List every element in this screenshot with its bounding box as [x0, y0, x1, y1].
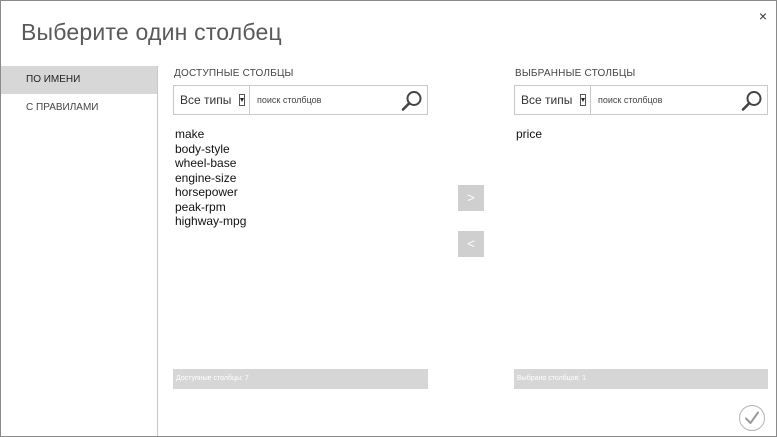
selected-columns-count: Выбрано столбцов: 1	[514, 369, 768, 389]
selected-search-box	[591, 86, 767, 114]
dropdown-arrow-icon	[580, 94, 586, 106]
available-search-box	[250, 86, 427, 114]
selected-type-select-value: Все типы	[521, 93, 573, 107]
sidebar-item-with-rules[interactable]: С ПРАВИЛАМИ	[1, 94, 157, 122]
sidebar-item-by-name[interactable]: ПО ИМЕНИ	[1, 66, 157, 94]
available-filter-bar: Все типы	[173, 85, 428, 115]
column-list-item[interactable]: wheel-base	[175, 156, 246, 171]
selected-type-select[interactable]: Все типы	[515, 86, 591, 114]
selected-search-input[interactable]	[598, 95, 728, 105]
column-list-item[interactable]: horsepower	[175, 185, 246, 200]
selected-filter-bar: Все типы	[514, 85, 768, 115]
available-columns-title: ДОСТУПНЫЕ СТОЛБЦЫ	[174, 68, 294, 79]
column-list-item[interactable]: make	[175, 127, 246, 142]
sidebar: ПО ИМЕНИ С ПРАВИЛАМИ	[1, 66, 158, 436]
available-type-select[interactable]: Все типы	[174, 86, 250, 114]
selected-columns-list: price	[516, 127, 542, 142]
dropdown-arrow-icon	[239, 94, 245, 106]
search-icon[interactable]	[401, 90, 423, 112]
available-search-input[interactable]	[257, 95, 387, 105]
selected-columns-title: ВЫБРАННЫЕ СТОЛБЦЫ	[515, 68, 636, 79]
column-list-item[interactable]: body-style	[175, 142, 246, 157]
search-icon[interactable]	[741, 90, 763, 112]
column-list-item[interactable]: peak-rpm	[175, 200, 246, 215]
ok-button[interactable]	[739, 405, 765, 431]
column-list-item[interactable]: highway-mpg	[175, 214, 246, 229]
available-type-select-value: Все типы	[180, 93, 232, 107]
checkmark-icon	[745, 411, 759, 424]
column-list-item[interactable]: price	[516, 127, 542, 142]
available-columns-count: Доступные столбцы: 7	[173, 369, 428, 389]
available-columns-list: make body-style wheel-base engine-size horse…	[175, 127, 246, 229]
remove-column-button[interactable]: <	[458, 231, 484, 257]
close-icon[interactable]: ×	[759, 9, 767, 23]
column-list-item[interactable]: engine-size	[175, 171, 246, 186]
add-column-button[interactable]: >	[458, 185, 484, 211]
column-selector-dialog: Выберите один столбец × ПО ИМЕНИ С ПРАВИ…	[0, 0, 777, 437]
dialog-title: Выберите один столбец	[21, 19, 282, 45]
